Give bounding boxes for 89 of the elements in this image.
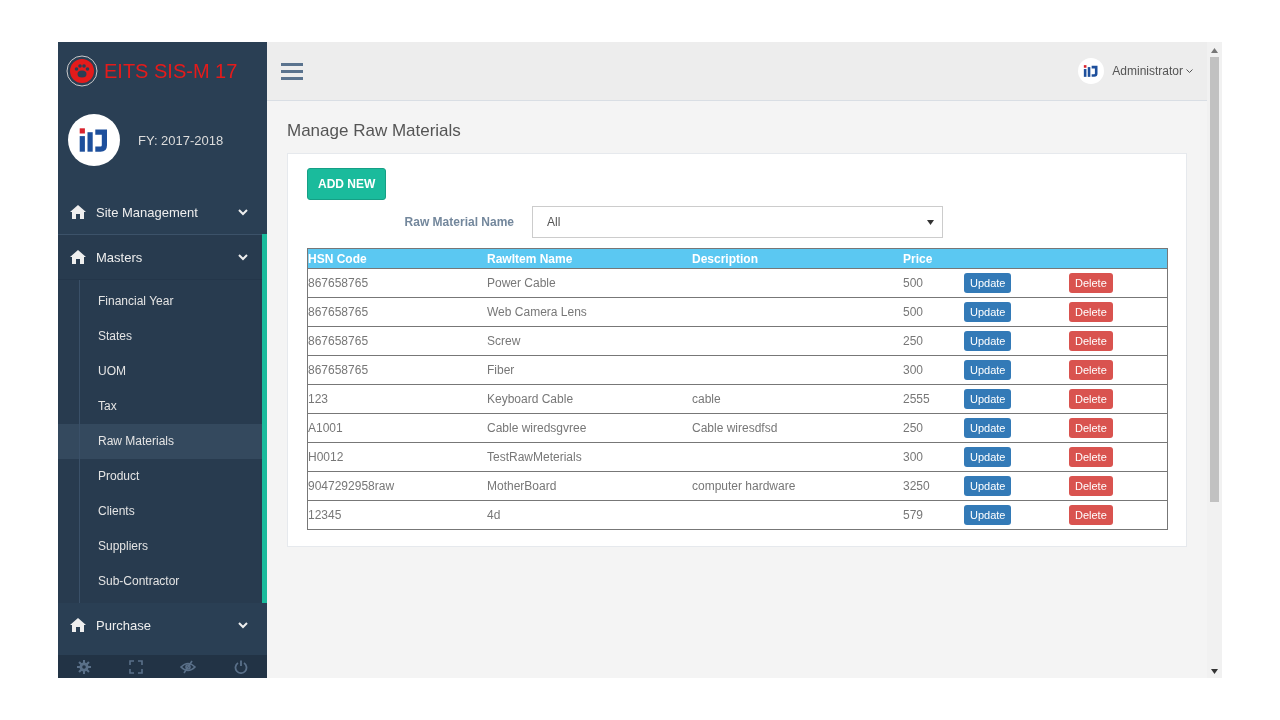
table-cell: Fiber [487, 363, 515, 377]
nav-group[interactable]: Masters [58, 234, 262, 280]
column-header: Description [692, 251, 758, 266]
chevron-down-icon [238, 208, 248, 216]
table-cell: 123 [308, 392, 329, 406]
delete-button[interactable]: Delete [1069, 389, 1113, 409]
nav-item[interactable]: Raw Materials [58, 424, 262, 459]
table-cell: computer hardware [692, 479, 796, 493]
caret-icon [927, 219, 934, 225]
nav-item[interactable]: Suppliers [58, 529, 262, 564]
nav-item[interactable]: Product [58, 459, 262, 494]
table-cell: TestRawMeterials [487, 450, 582, 464]
update-button[interactable]: Update [964, 331, 1012, 351]
delete-button[interactable]: Delete [1069, 418, 1113, 438]
update-button[interactable]: Update [964, 273, 1012, 293]
table-cell: 867658765 [308, 363, 369, 377]
filter-label: Raw Material Name [403, 215, 514, 229]
table-cell: 4d [487, 508, 501, 522]
update-button[interactable]: Update [964, 302, 1012, 322]
scroll-down-icon[interactable] [1211, 669, 1218, 674]
fiscal-year: FY: 2017-2018 [138, 132, 224, 148]
chevron-down-icon [238, 621, 248, 629]
app-title: EITS SIS-M 17 [104, 59, 238, 83]
table-cell: 2555 [903, 392, 930, 406]
scroll-up-icon[interactable] [1211, 48, 1218, 53]
table-cell: cable [692, 392, 721, 406]
user-menu[interactable]: Administrator [1078, 58, 1193, 84]
table-cell: MotherBoard [487, 479, 557, 493]
delete-button[interactable]: Delete [1069, 302, 1113, 322]
table-cell: 579 [903, 508, 924, 522]
page-title: Manage Raw Materials [287, 121, 462, 141]
home-icon [70, 618, 86, 632]
nav-group[interactable]: Site Management [58, 190, 262, 234]
table-cell: H0012 [308, 450, 344, 464]
delete-button[interactable]: Delete [1069, 447, 1113, 467]
table-cell: 500 [903, 305, 924, 319]
update-button[interactable]: Update [964, 505, 1012, 525]
table-cell: Web Camera Lens [487, 305, 587, 319]
table-cell: A1001 [308, 421, 343, 435]
home-icon [70, 205, 86, 219]
table-cell: 3250 [903, 479, 930, 493]
settings-icon[interactable] [76, 659, 91, 674]
table-cell: 867658765 [308, 276, 369, 290]
chevron-down-icon [238, 253, 248, 261]
update-button[interactable]: Update [964, 389, 1012, 409]
nav-item[interactable]: Financial Year [58, 284, 262, 319]
power-icon[interactable] [234, 659, 249, 674]
raw-material-select[interactable]: All [532, 206, 943, 238]
update-button[interactable]: Update [964, 418, 1012, 438]
table-cell: 9047292958raw [308, 479, 395, 493]
nav-item[interactable]: States [58, 319, 262, 354]
table-cell: 867658765 [308, 305, 369, 319]
nav-item[interactable]: UOM [58, 354, 262, 389]
column-header: RawItem Name [487, 251, 573, 266]
table-cell: 250 [903, 421, 924, 435]
column-header: HSN Code [308, 251, 367, 266]
delete-button[interactable]: Delete [1069, 331, 1113, 351]
table-cell: Cable wiredsgvree [487, 421, 587, 435]
table-cell: Cable wiresdfsd [692, 421, 778, 435]
table-cell: 12345 [308, 508, 342, 522]
table-cell: 867658765 [308, 334, 369, 348]
add-new-button[interactable]: ADD NEW [307, 168, 387, 200]
table-cell: 300 [903, 363, 924, 377]
update-button[interactable]: Update [964, 447, 1012, 467]
menu-icon[interactable] [281, 62, 303, 80]
delete-button[interactable]: Delete [1069, 273, 1113, 293]
table-cell: Keyboard Cable [487, 392, 574, 406]
fullscreen-icon[interactable] [128, 659, 143, 674]
nav-group[interactable]: Purchase [58, 603, 262, 647]
nav-item[interactable]: Tax [58, 389, 262, 424]
home-icon [70, 250, 86, 264]
table-cell: Power Cable [487, 276, 556, 290]
nav-item[interactable]: Clients [58, 494, 262, 529]
table-cell: 250 [903, 334, 924, 348]
nav-item[interactable]: Sub-Contractor [58, 564, 262, 599]
paw-logo-icon [66, 55, 98, 87]
eye-slash-icon[interactable] [180, 659, 197, 674]
caret-icon [1186, 68, 1193, 74]
table-cell: 500 [903, 276, 924, 290]
delete-button[interactable]: Delete [1069, 505, 1113, 525]
delete-button[interactable]: Delete [1069, 360, 1113, 380]
update-button[interactable]: Update [964, 360, 1012, 380]
table-cell: 300 [903, 450, 924, 464]
company-logo-icon [68, 114, 120, 166]
user-avatar-icon [1078, 58, 1105, 84]
update-button[interactable]: Update [964, 476, 1012, 496]
table-cell: Screw [487, 334, 521, 348]
delete-button[interactable]: Delete [1069, 476, 1113, 496]
column-header: Price [903, 251, 933, 266]
